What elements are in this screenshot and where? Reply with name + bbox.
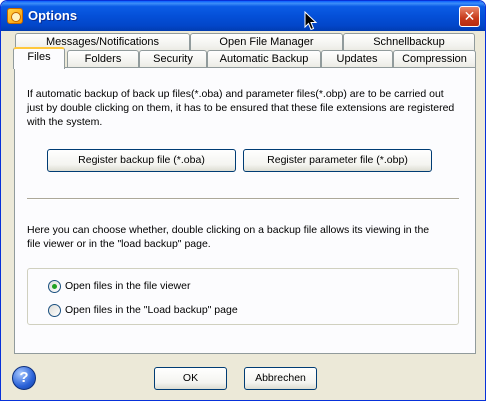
radio-open-in-load-backup[interactable]: Open files in the "Load backup" page	[48, 303, 238, 317]
section-separator	[27, 198, 459, 200]
register-description: If automatic backup of back up files(*.o…	[27, 87, 454, 129]
tab-label: Open File Manager	[219, 36, 314, 48]
tab-label: Updates	[336, 53, 378, 65]
open-behavior-description-line: Here you can choose whether, double clic…	[27, 224, 430, 236]
tab-label: Compression	[402, 53, 467, 65]
register-backup-file-button[interactable]: Register backup file (*.oba)	[47, 149, 236, 172]
options-dialog: Options ✕ Messages/Notifications Open Fi…	[0, 0, 486, 401]
mouse-pointer-icon	[304, 11, 318, 31]
radio-button-unchecked[interactable]	[48, 303, 61, 317]
tab-label: Automatic Backup	[219, 53, 309, 65]
question-mark-icon: ?	[19, 369, 29, 386]
app-icon	[7, 8, 23, 24]
radio-label: Open files in the "Load backup" page	[65, 304, 238, 316]
radio-button-checked[interactable]	[48, 279, 61, 293]
tab-files[interactable]: Files	[13, 47, 65, 69]
open-mode-group: Open files in the file viewer Open files…	[27, 268, 459, 325]
open-behavior-description-line: file viewer or in the "load backup" page…	[27, 238, 211, 250]
tab-label: Files	[27, 51, 51, 63]
files-tab-panel: If automatic backup of back up files(*.o…	[14, 67, 476, 354]
close-icon: ✕	[463, 8, 476, 24]
register-description-line: just by double clicking on them, it has …	[27, 102, 455, 114]
tab-label: Security	[153, 53, 193, 65]
title-bar[interactable]: Options ✕	[1, 1, 485, 31]
ok-button[interactable]: OK	[154, 367, 227, 390]
register-parameter-file-button[interactable]: Register parameter file (*.obp)	[243, 149, 432, 172]
radio-label: Open files in the file viewer	[65, 280, 191, 292]
close-button[interactable]: ✕	[459, 6, 480, 27]
help-button[interactable]: ?	[12, 366, 36, 390]
radio-open-in-file-viewer[interactable]: Open files in the file viewer	[48, 279, 190, 293]
register-description-line: with the system.	[27, 116, 103, 128]
register-description-line: If automatic backup of back up files(*.o…	[27, 88, 444, 100]
open-behavior-description: Here you can choose whether, double clic…	[27, 223, 429, 251]
tab-label: Schnellbackup	[373, 36, 445, 48]
tab-label: Folders	[84, 53, 122, 65]
cancel-button[interactable]: Abbrechen	[244, 367, 317, 390]
window-title: Options	[28, 8, 78, 23]
